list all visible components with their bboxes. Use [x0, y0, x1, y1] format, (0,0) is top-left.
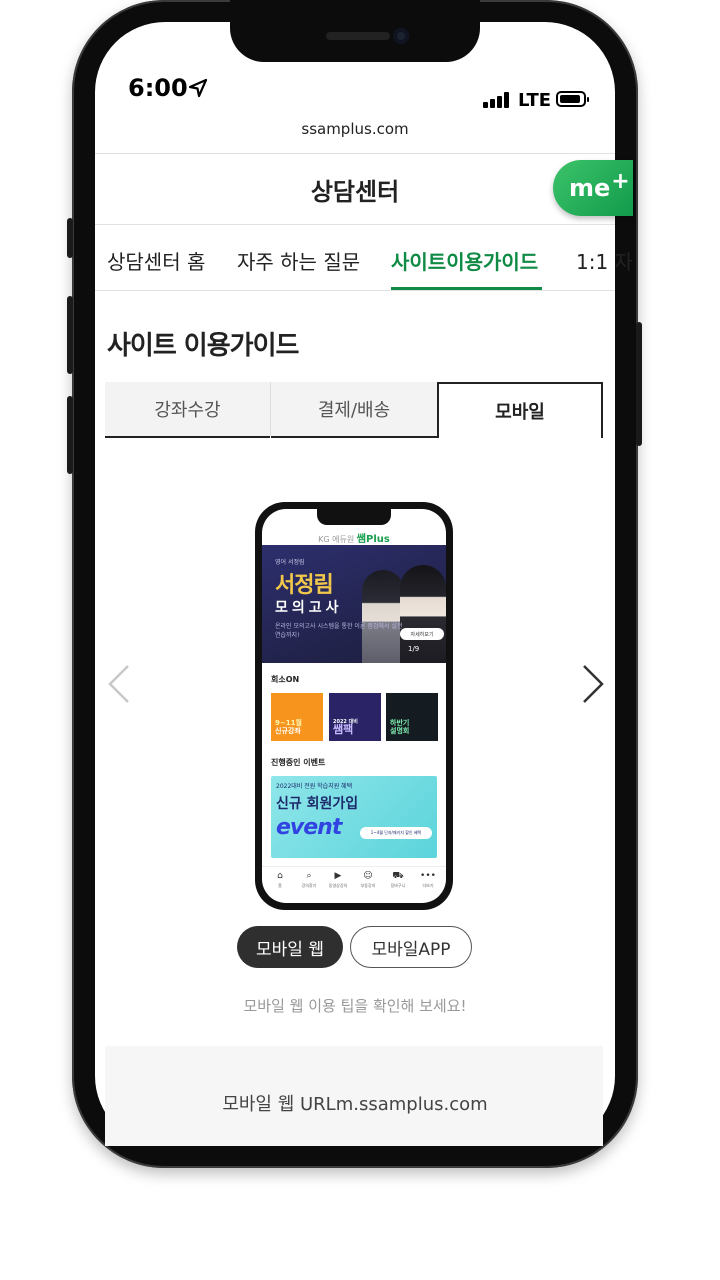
user-icon: ☺: [363, 871, 373, 881]
thumb-line2: 설명회: [390, 727, 410, 735]
front-camera: [393, 28, 409, 44]
nav-tab-site-guide[interactable]: 사이트이용가이드: [391, 246, 538, 275]
page-title: 상담센터: [310, 178, 400, 206]
divider: [95, 290, 615, 291]
mockup-section-title: 진행중인 이벤트: [271, 758, 326, 767]
browser-url[interactable]: ssamplus.com: [95, 120, 615, 138]
play-icon: ▶: [334, 871, 342, 881]
divider: [95, 224, 615, 225]
mockup-nav-user: ☺ 부동강의: [358, 871, 378, 889]
nav-tab-faq[interactable]: 자주 하는 질문: [237, 246, 360, 275]
location-arrow-icon: [188, 78, 208, 98]
notch: [230, 0, 480, 62]
nav-tab-one-to-one[interactable]: 1:1 자: [576, 246, 633, 275]
mobile-app-button[interactable]: 모바일APP: [350, 926, 472, 968]
side-button-volume-down: [67, 396, 73, 474]
sub-tab-payment[interactable]: 결제/배송: [271, 382, 437, 438]
cellular-signal-icon: [483, 92, 511, 108]
sub-tab-lecture[interactable]: 강좌수강: [105, 382, 270, 438]
event-subtitle: 2022대비 전원 학습지원 혜택: [276, 783, 353, 790]
mockup-nav-search: ⌕ 강의찾기: [299, 871, 319, 889]
banner-description: 온라인 모의고사 시스템을 통한 이론 점검에서 실전연습까지!: [275, 623, 403, 639]
event-title: 신규 회원가입: [276, 796, 359, 812]
mockup-nav-more: ••• 더보기: [418, 871, 438, 889]
mockup-brand-main: 쌤Plus: [356, 534, 390, 545]
url-info-text: 모바일 웹 URLm.ssamplus.com: [222, 1094, 488, 1115]
chevron-right-icon[interactable]: [578, 664, 608, 704]
mockup-brand: KG 에듀원 쌤Plus: [262, 530, 446, 545]
thumb-line2: 쌤팩: [333, 723, 354, 736]
more-icon: •••: [420, 871, 436, 881]
side-button-silent: [67, 218, 73, 258]
me-badge-label: me: [569, 174, 611, 202]
divider: [95, 153, 615, 154]
sub-tab-bar: 강좌수강 결제/배송 모바일: [105, 382, 603, 438]
status-time: 6:00: [128, 74, 188, 102]
mockup-nav-home: ⌂ 홈: [270, 871, 290, 889]
battery-icon: [556, 91, 589, 107]
speaker: [326, 32, 390, 40]
event-pill: 1~4월 단과/패키지 할인 혜택: [360, 827, 432, 839]
mockup-notch: [317, 509, 391, 525]
me-plus-button[interactable]: me +: [553, 160, 633, 216]
tip-text: 모바일 웹 이용 팁을 확인해 보세요!: [243, 997, 467, 1015]
mockup-thumb: 2022 대비 쌤팩: [329, 693, 381, 741]
banner-subtitle: 영어 서정림: [275, 559, 305, 566]
mockup-brand-small: KG 에듀원: [318, 535, 355, 544]
plus-icon: +: [611, 168, 630, 194]
banner-person-image: [362, 570, 404, 663]
thumb-line2: 신규강좌: [275, 727, 301, 735]
mobile-web-button[interactable]: 모바일 웹: [237, 926, 343, 968]
mockup-thumb: 하반기 설명회: [386, 693, 438, 741]
mockup-nav-video: ▶ 동영상강의: [328, 871, 348, 888]
banner-title-2: 모의고사: [275, 600, 343, 616]
banner-person-image: [400, 565, 446, 663]
thumb-line1: 9~11월: [275, 719, 302, 727]
mockup-thumb: 9~11월 신규강좌: [271, 693, 323, 741]
nav-tab-home[interactable]: 상담센터 홈: [107, 246, 205, 275]
thumb-line1: 하반기: [390, 719, 410, 727]
mockup-bottom-nav: ⌂ 홈 ⌕ 강의찾기 ▶ 동영상강의 ☺ 부동강의 ⛟ 장바구니 ••• 더보기: [262, 866, 446, 897]
banner-title: 서정림: [275, 573, 334, 598]
side-button-power: [636, 322, 642, 446]
banner-more-button: 자세히보기: [400, 628, 444, 640]
mockup-section-title: 회소ON: [271, 675, 300, 684]
search-icon: ⌕: [306, 871, 312, 881]
cart-icon: ⛟: [392, 871, 404, 881]
section-title: 사이트 이용가이드: [107, 331, 299, 361]
sub-tab-mobile[interactable]: 모바일: [437, 382, 603, 438]
home-icon: ⌂: [277, 871, 283, 881]
banner-page-indicator: 1/9: [408, 645, 420, 653]
side-button-volume-up: [67, 296, 73, 374]
chevron-left-icon[interactable]: [104, 664, 134, 704]
network-type: LTE: [518, 90, 552, 111]
event-word: event: [276, 815, 342, 840]
mockup-nav-cart: ⛟ 장바구니: [388, 871, 408, 889]
